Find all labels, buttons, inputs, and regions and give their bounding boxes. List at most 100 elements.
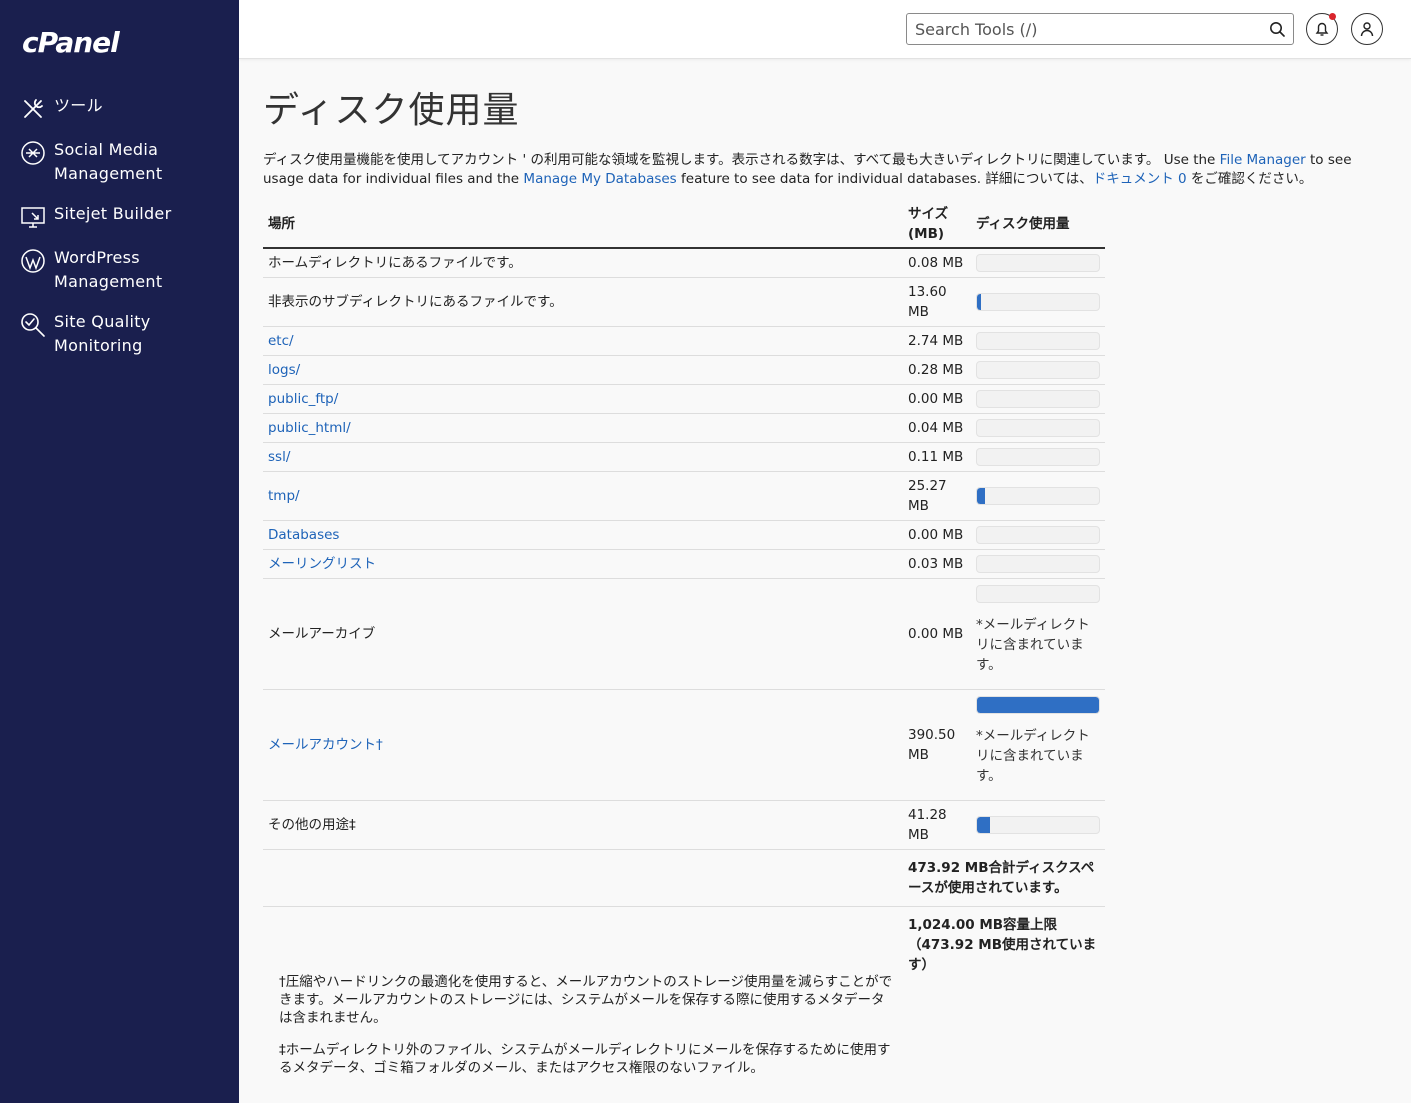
top-header xyxy=(239,0,1411,59)
location-cell: ホームディレクトリにあるファイルです。 xyxy=(263,247,903,278)
table-header-row: 場所 サイズ (MB) ディスク使用量 xyxy=(263,200,1105,249)
location-cell: メールアカウント† xyxy=(263,689,903,801)
usage-bar xyxy=(976,390,1100,408)
search-box[interactable] xyxy=(906,13,1294,45)
usage-cell: *メールディレクトリに含まれています。 xyxy=(971,578,1105,690)
usage-cell xyxy=(971,384,1105,414)
notifications-button[interactable] xyxy=(1306,13,1338,45)
location-link[interactable]: public_html/ xyxy=(268,420,351,436)
location-label: 非表示のサブディレクトリにあるファイルです。 xyxy=(268,294,563,310)
table-row: メールアーカイブ 0.00 MB *メールディレクトリに含まれています。 xyxy=(263,578,1105,690)
size-cell: 0.04 MB xyxy=(903,413,971,443)
column-size[interactable]: サイズ (MB) xyxy=(903,200,971,249)
table-row: public_html/0.04 MB xyxy=(263,413,1105,443)
size-cell: 0.00 MB xyxy=(903,578,971,690)
total-row: 473.92 MB合計ディスクスペースが使用されています。 xyxy=(263,849,1105,907)
table-row: メールアカウント† 390.50 MB *メールディレクトリに含まれています。 xyxy=(263,689,1105,801)
usage-bar xyxy=(976,448,1100,466)
location-link[interactable]: Databases xyxy=(268,527,339,543)
location-label: メールアーカイブ xyxy=(268,626,376,642)
location-link[interactable]: メールアカウント† xyxy=(268,737,383,753)
size-cell: 0.00 MB xyxy=(903,384,971,414)
table-row: etc/2.74 MB xyxy=(263,326,1105,356)
usage-cell xyxy=(971,355,1105,385)
bell-icon xyxy=(1315,22,1329,36)
usage-bar xyxy=(976,526,1100,544)
table-row: logs/0.28 MB xyxy=(263,355,1105,385)
location-cell: その他の用途‡ xyxy=(263,800,903,850)
location-link[interactable]: public_ftp/ xyxy=(268,391,338,407)
user-menu-button[interactable] xyxy=(1351,13,1383,45)
tools-icon xyxy=(24,99,43,118)
quota-row: †圧縮やハードリンクの最適化を使用すると、メールアカウントのストレージ使用量を減… xyxy=(263,906,1105,1099)
size-cell: 390.50 MB xyxy=(903,689,971,801)
usage-cell xyxy=(971,471,1105,521)
sidebar-nav: ツール Social Media Management Sitejet Buil… xyxy=(0,90,239,370)
table-row: public_ftp/0.00 MB xyxy=(263,384,1105,414)
total-spacer xyxy=(263,849,903,907)
monitor-icon xyxy=(21,207,45,228)
usage-bar xyxy=(976,585,1100,603)
table-row: tmp/25.27 MB xyxy=(263,471,1105,521)
location-cell: メールアーカイブ xyxy=(263,578,903,690)
sidebar-item-label: WordPress Management xyxy=(54,248,163,291)
table-row: ssl/0.11 MB xyxy=(263,442,1105,472)
disk-usage-table: 場所 サイズ (MB) ディスク使用量 ホームディレクトリにあるファイルです。 0… xyxy=(263,200,1105,1099)
notification-dot xyxy=(1329,13,1336,20)
size-cell: 41.28 MB xyxy=(903,800,971,850)
table-row: ホームディレクトリにあるファイルです。 0.08 MB xyxy=(263,247,1105,278)
location-cell: 非表示のサブディレクトリにあるファイルです。 xyxy=(263,277,903,327)
footnote-double-dagger: ‡ホームディレクトリ外のファイル、システムがメールディレクトリにメールを保存する… xyxy=(279,1042,891,1076)
size-cell: 13.60 MB xyxy=(903,277,971,327)
usage-bar-fill xyxy=(977,697,1099,713)
table-row: Databases 0.00 MB xyxy=(263,520,1105,550)
usage-cell xyxy=(971,549,1105,579)
size-cell: 0.11 MB xyxy=(903,442,971,472)
manage-databases-link[interactable]: Manage My Databases xyxy=(523,171,676,187)
location-link[interactable]: ssl/ xyxy=(268,449,290,465)
sidebar-item-tools[interactable]: ツール xyxy=(0,90,239,126)
usage-cell xyxy=(971,247,1105,278)
location-label: ホームディレクトリにあるファイルです。 xyxy=(268,255,522,271)
usage-bar xyxy=(976,293,1100,311)
usage-cell xyxy=(971,800,1105,850)
sidebar-item-social-media[interactable]: Social Media Management xyxy=(0,134,239,190)
search-input[interactable] xyxy=(915,18,1255,40)
size-cell: 0.03 MB xyxy=(903,549,971,579)
location-link[interactable]: メーリングリスト xyxy=(268,556,376,572)
sidebar-item-label: Social Media Management xyxy=(54,140,163,183)
usage-bar-fill xyxy=(977,817,990,833)
column-location[interactable]: 場所 xyxy=(263,200,903,249)
usage-note: *メールディレクトリに含まれています。 xyxy=(976,728,1090,784)
usage-cell xyxy=(971,413,1105,443)
intro-part: feature to see data for individual datab… xyxy=(676,171,1093,187)
footnote-dagger: †圧縮やハードリンクの最適化を使用すると、メールアカウントのストレージ使用量を減… xyxy=(279,974,893,1026)
file-manager-link[interactable]: File Manager xyxy=(1220,152,1306,168)
location-cell: public_html/ xyxy=(263,413,903,443)
table-body: ホームディレクトリにあるファイルです。 0.08 MB 非表示のサブディレクトリにあ… xyxy=(263,247,1105,850)
social-media-icon xyxy=(21,141,45,165)
usage-bar-fill xyxy=(977,488,985,504)
user-icon xyxy=(1360,22,1374,37)
wordpress-icon xyxy=(21,249,45,273)
sidebar: cPanel ツール Social Media Management Sitej… xyxy=(0,0,239,1103)
sidebar-item-site-quality[interactable]: Site Quality Monitoring xyxy=(0,306,239,362)
location-link[interactable]: logs/ xyxy=(268,362,300,378)
location-label: その他の用途‡ xyxy=(268,817,356,833)
size-cell: 25.27 MB xyxy=(903,471,971,521)
usage-bar xyxy=(976,487,1100,505)
table-row: 非表示のサブディレクトリにあるファイルです。 13.60 MB xyxy=(263,277,1105,327)
sidebar-item-sitejet[interactable]: Sitejet Builder xyxy=(0,198,239,234)
search-icon[interactable] xyxy=(1269,21,1285,37)
documentation-link[interactable]: ドキュメント 0 xyxy=(1093,171,1187,187)
usage-cell xyxy=(971,442,1105,472)
sidebar-item-label: Site Quality Monitoring xyxy=(54,312,151,355)
sidebar-item-wordpress[interactable]: WordPress Management xyxy=(0,242,239,298)
location-link[interactable]: etc/ xyxy=(268,333,294,349)
usage-cell xyxy=(971,520,1105,550)
location-link[interactable]: tmp/ xyxy=(268,488,300,504)
cpanel-logo[interactable]: cPanel xyxy=(22,26,120,59)
size-cell: 0.00 MB xyxy=(903,520,971,550)
page-title: ディスク使用量 xyxy=(263,90,520,131)
usage-bar xyxy=(976,332,1100,350)
